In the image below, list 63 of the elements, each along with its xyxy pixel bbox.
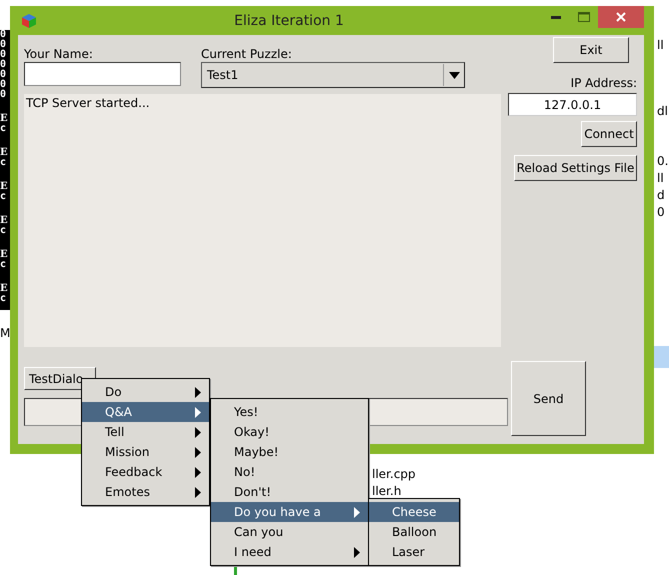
app-cube-icon: [22, 14, 36, 28]
connect-button[interactable]: Connect: [581, 121, 637, 147]
window-title: Eliza Iteration 1: [233, 12, 345, 28]
menu-item[interactable]: Yes!: [211, 402, 368, 422]
background-text: ll: [657, 38, 664, 52]
close-button[interactable]: [598, 6, 644, 28]
menu-item[interactable]: Emotes: [82, 482, 209, 502]
menu-item[interactable]: I need: [211, 542, 368, 562]
console-text: c: [0, 192, 8, 202]
minimize-icon: [551, 16, 561, 18]
dropdown-arrow-icon: [448, 72, 460, 78]
background-text: M: [0, 326, 10, 340]
console-text: 0: [0, 60, 8, 70]
field-label: IP Address:: [570, 76, 637, 90]
console-text: c: [0, 124, 8, 134]
console-text: c: [0, 260, 8, 270]
menu-item[interactable]: No!: [211, 462, 368, 482]
console-text: 0: [0, 80, 8, 90]
reload-settings-button[interactable]: Reload Settings File: [514, 155, 637, 181]
console-text: 0: [0, 40, 8, 50]
console-text: E: [0, 182, 9, 192]
console-text: E: [0, 284, 9, 294]
puzzle-dropdown[interactable]: Test1: [201, 62, 465, 88]
console-text: E: [0, 114, 9, 124]
menu-item[interactable]: Can you: [211, 522, 368, 542]
menu-item[interactable]: Mission: [82, 442, 209, 462]
console-text: 0: [0, 70, 8, 80]
background-text: dl: [657, 104, 668, 118]
console-text: 0: [0, 50, 8, 60]
background-text: ller.cpp: [372, 467, 416, 481]
console-text: E: [0, 216, 9, 226]
menu-item[interactable]: Balloon: [369, 522, 459, 542]
background-text: ller.h: [372, 484, 402, 498]
ip-address-field[interactable]: 127.0.0.1: [508, 93, 637, 116]
send-button[interactable]: Send: [511, 361, 586, 436]
selection-bar: [654, 346, 669, 368]
console-text: c: [0, 226, 8, 236]
log-text-area: TCP Server started...: [24, 94, 501, 347]
background-text: ll: [657, 171, 664, 185]
background-text: d: [657, 188, 665, 202]
console-text: c: [0, 158, 8, 168]
field-label: Current Puzzle:: [201, 47, 293, 61]
menu-item[interactable]: Laser: [369, 542, 459, 562]
menu-item[interactable]: Maybe!: [211, 442, 368, 462]
menu-item[interactable]: Cheese: [369, 502, 459, 522]
console-text: E: [0, 250, 9, 260]
menu-item[interactable]: Don't!: [211, 482, 368, 502]
field-label: Your Name:: [24, 47, 94, 61]
close-icon: [616, 12, 626, 22]
menu-item[interactable]: Okay!: [211, 422, 368, 442]
maximize-icon: [578, 12, 590, 22]
console-text: c: [0, 294, 8, 304]
console-text: E: [0, 148, 9, 158]
background-text: 0: [657, 205, 665, 219]
background-text: 0.: [657, 154, 668, 168]
exit-button[interactable]: Exit: [553, 37, 629, 63]
menu-item[interactable]: Feedback: [82, 462, 209, 482]
menu-item[interactable]: Do you have a: [211, 502, 368, 522]
menu-item[interactable]: Tell: [82, 422, 209, 442]
name-input-field[interactable]: [24, 62, 181, 86]
console-text: 0: [0, 90, 8, 100]
console-text: 0: [0, 30, 8, 40]
menu-item[interactable]: Q&A: [82, 402, 209, 422]
